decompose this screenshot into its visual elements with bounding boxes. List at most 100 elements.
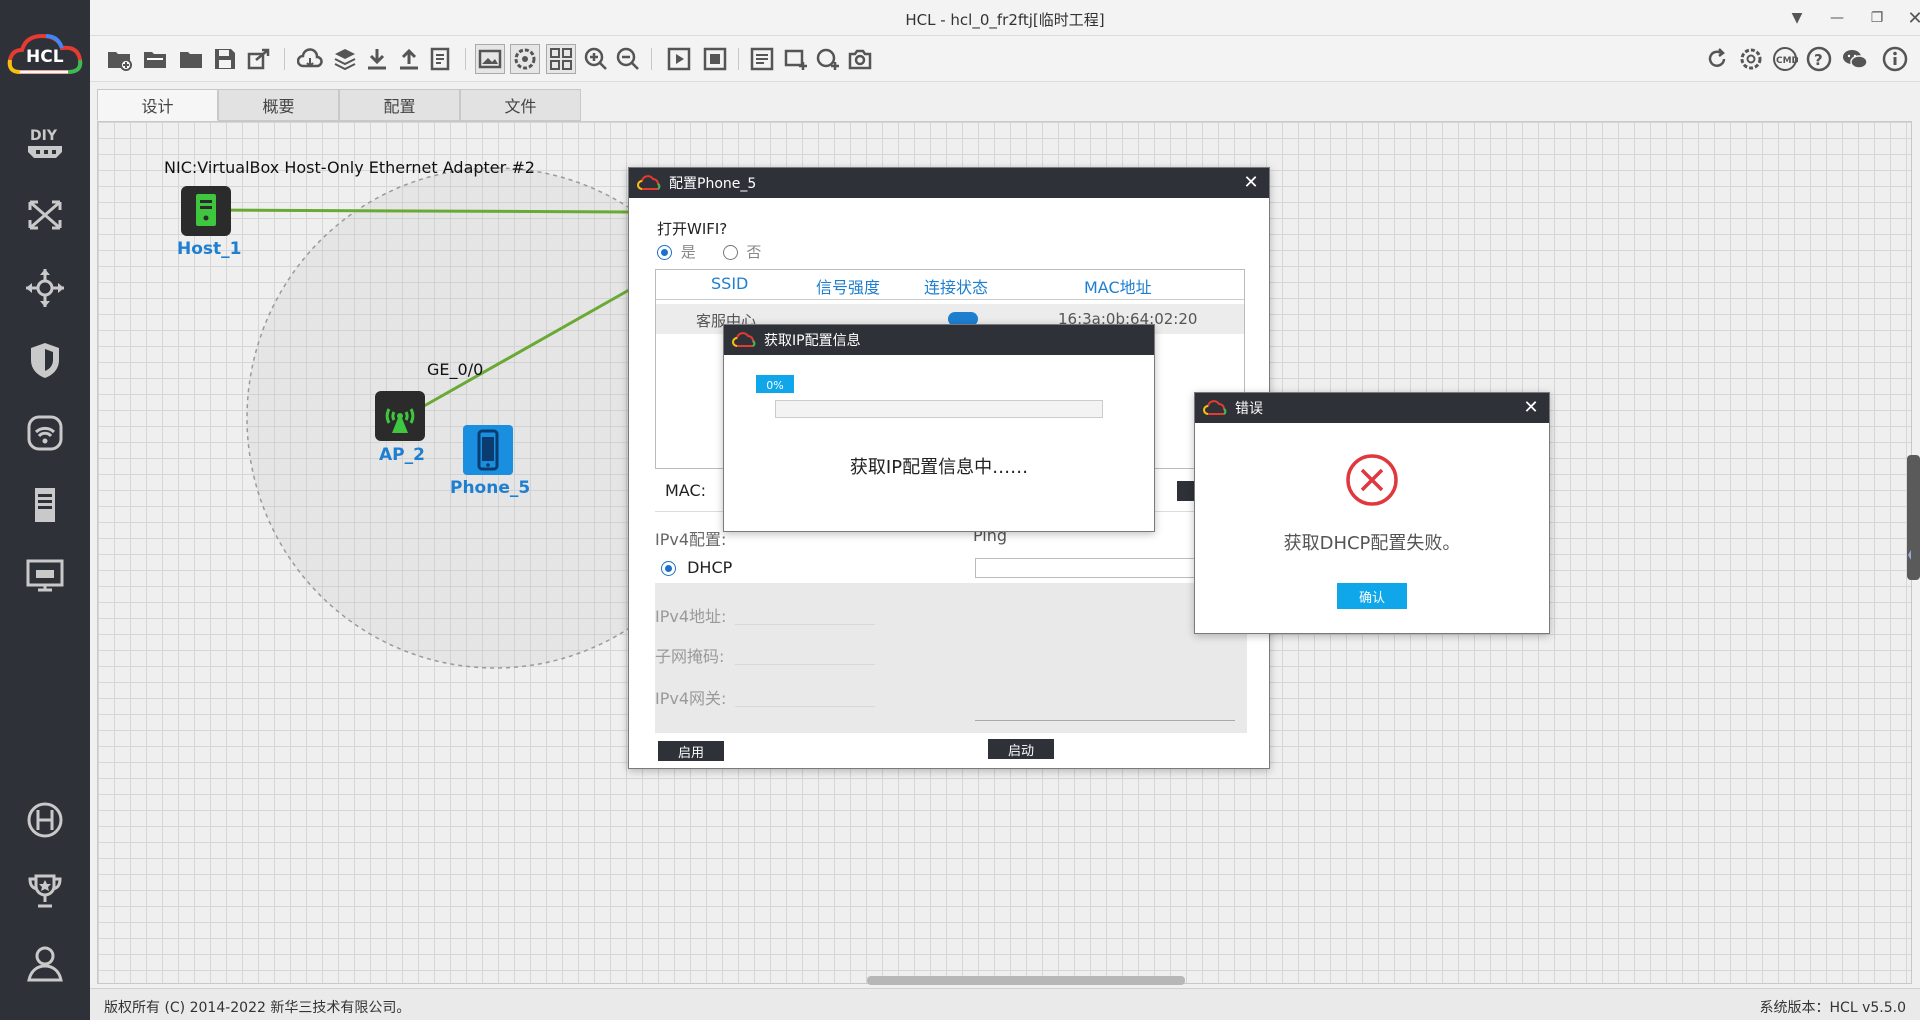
horizontal-scrollbar[interactable] xyxy=(867,976,1185,985)
error-dialog-header: 错误 ✕ xyxy=(1195,393,1549,423)
open-recent-icon[interactable] xyxy=(140,44,170,74)
ping-address-input[interactable] xyxy=(975,558,1229,578)
close-icon[interactable]: ✕ xyxy=(1241,173,1261,193)
diy-icon[interactable]: DIY xyxy=(20,118,70,168)
download-icon[interactable] xyxy=(362,44,392,74)
refresh-icon[interactable] xyxy=(1702,44,1732,74)
mac-label: MAC: xyxy=(665,481,707,500)
static-ip-panel: IPv4地址: 子网掩码: IPv4网关: xyxy=(655,583,965,733)
wifi-no-radio[interactable] xyxy=(722,245,738,260)
ping-start-button[interactable]: 启动 xyxy=(988,739,1054,759)
error-dialog: 错误 ✕ 获取DHCP配置失败。 确认 xyxy=(1194,392,1550,634)
cloud-logo-icon xyxy=(637,175,661,190)
add-text-icon[interactable] xyxy=(781,44,811,74)
tab-config[interactable]: 配置 xyxy=(339,89,460,121)
move-icon[interactable] xyxy=(20,263,70,313)
export-icon[interactable] xyxy=(244,44,274,74)
cloud-logo-icon xyxy=(1203,400,1227,415)
wifi-yes-label: 是 xyxy=(680,243,696,261)
subnet-mask-input[interactable] xyxy=(735,645,875,665)
tab-design[interactable]: 设计 xyxy=(97,89,218,121)
svg-text:?: ? xyxy=(1814,51,1823,69)
save-icon[interactable] xyxy=(210,44,240,74)
user-icon[interactable] xyxy=(20,938,70,988)
close-icon[interactable]: ✕ xyxy=(1521,398,1541,418)
wifi-device-icon[interactable] xyxy=(20,408,70,458)
ipv4-config-label: IPv4配置: xyxy=(655,530,727,549)
error-message: 获取DHCP配置失败。 xyxy=(1283,533,1461,554)
enable-button[interactable]: 启用 xyxy=(658,741,724,761)
grid-view-icon[interactable] xyxy=(546,44,576,74)
cmd-icon[interactable]: CMD xyxy=(1770,44,1800,74)
trophy-icon[interactable] xyxy=(20,866,70,916)
h3c-icon[interactable] xyxy=(20,795,70,845)
help-icon[interactable]: ? xyxy=(1804,44,1834,74)
stop-all-icon[interactable] xyxy=(700,44,730,74)
hcl-logo: HCL xyxy=(6,28,84,82)
wechat-icon[interactable] xyxy=(1840,44,1870,74)
tab-overview[interactable]: 概要 xyxy=(218,89,339,121)
add-shape-icon[interactable] xyxy=(813,44,843,74)
minimize-button[interactable]: — xyxy=(1822,6,1852,30)
status-bar: 版权所有 (C) 2014-2022 新华三技术有限公司。 系统版本：HCL v… xyxy=(90,988,1920,1020)
capture-list-icon[interactable] xyxy=(747,44,777,74)
wifi-radio-group: 是 否 xyxy=(657,241,761,262)
settings-gear-icon[interactable] xyxy=(510,44,540,74)
toolbar: CMD ? xyxy=(90,36,1920,82)
svg-text:DIY: DIY xyxy=(30,128,58,144)
wifi-no-label: 否 xyxy=(746,243,762,261)
cloud-logo-icon xyxy=(732,332,756,347)
dhcp-radio[interactable] xyxy=(661,561,676,576)
topology-icon[interactable] xyxy=(20,190,70,240)
preferences-icon[interactable] xyxy=(1736,44,1766,74)
error-dialog-title: 错误 xyxy=(1235,401,1263,417)
wifi-yes-radio[interactable] xyxy=(657,245,672,260)
zoom-in-icon[interactable] xyxy=(581,44,611,74)
upload-icon[interactable] xyxy=(394,44,424,74)
ipv4-address-input[interactable] xyxy=(735,605,875,625)
dhcp-label: DHCP xyxy=(687,558,733,577)
shield-icon[interactable] xyxy=(20,335,70,385)
ap-device-icon[interactable] xyxy=(375,391,425,441)
col-status: 连接状态 xyxy=(924,278,989,297)
svg-text:CMD: CMD xyxy=(1776,56,1798,66)
start-all-icon[interactable] xyxy=(664,44,694,74)
new-project-icon[interactable] xyxy=(104,44,134,74)
tab-files[interactable]: 文件 xyxy=(460,89,581,121)
side-panel-handle[interactable] xyxy=(1907,455,1920,580)
progress-dialog-title: 获取IP配置信息 xyxy=(764,333,861,349)
col-signal: 信号强度 xyxy=(816,278,881,297)
restore-button[interactable]: ❐ xyxy=(1862,6,1892,30)
server-icon[interactable] xyxy=(20,480,70,530)
version-text: 系统版本：HCL v5.5.0 xyxy=(1759,1000,1906,1016)
info-icon[interactable] xyxy=(1880,44,1910,74)
get-ip-progress-dialog: 获取IP配置信息 0% 获取IP配置信息中…… xyxy=(723,324,1155,532)
open-folder-icon[interactable] xyxy=(176,44,206,74)
left-sidebar: HCL DIY xyxy=(0,0,90,1020)
progress-message: 获取IP配置信息中…… xyxy=(849,457,1029,478)
ipv4-address-label: IPv4地址: xyxy=(655,607,727,626)
dropdown-menu-icon[interactable]: ▼ xyxy=(1782,6,1812,30)
logo-text: HCL xyxy=(26,47,64,67)
close-button[interactable]: ✕ xyxy=(1900,6,1920,30)
link-host-cloud[interactable] xyxy=(209,208,630,214)
progress-percent-badge: 0% xyxy=(756,375,794,393)
confirm-button[interactable]: 确认 xyxy=(1337,583,1407,609)
screenshot-icon[interactable] xyxy=(475,44,505,74)
document-icon[interactable] xyxy=(426,44,456,74)
config-dialog-header: 配置Phone_5 ✕ xyxy=(629,168,1269,198)
copyright-text: 版权所有 (C) 2014-2022 新华三技术有限公司。 xyxy=(104,1000,411,1016)
layers-icon[interactable] xyxy=(330,44,360,74)
host-device-icon[interactable] xyxy=(181,186,231,236)
hcl-app: HCL DIY HCL - hcl_0_fr2ftj[临时工程] ▼ — ❐ ✕… xyxy=(0,0,1920,1020)
camera-icon[interactable] xyxy=(845,44,875,74)
host-label[interactable]: Host_1 xyxy=(177,239,241,259)
cloud-icon[interactable] xyxy=(295,44,325,74)
phone-device-icon[interactable] xyxy=(463,425,513,475)
phone-label[interactable]: Phone_5 xyxy=(450,478,530,498)
ap-label[interactable]: AP_2 xyxy=(379,445,425,465)
zoom-out-icon[interactable] xyxy=(613,44,643,74)
monitor-icon[interactable] xyxy=(20,550,70,600)
ipv4-gateway-input[interactable] xyxy=(735,687,875,707)
interface-label: GE_0/0 xyxy=(427,360,484,379)
